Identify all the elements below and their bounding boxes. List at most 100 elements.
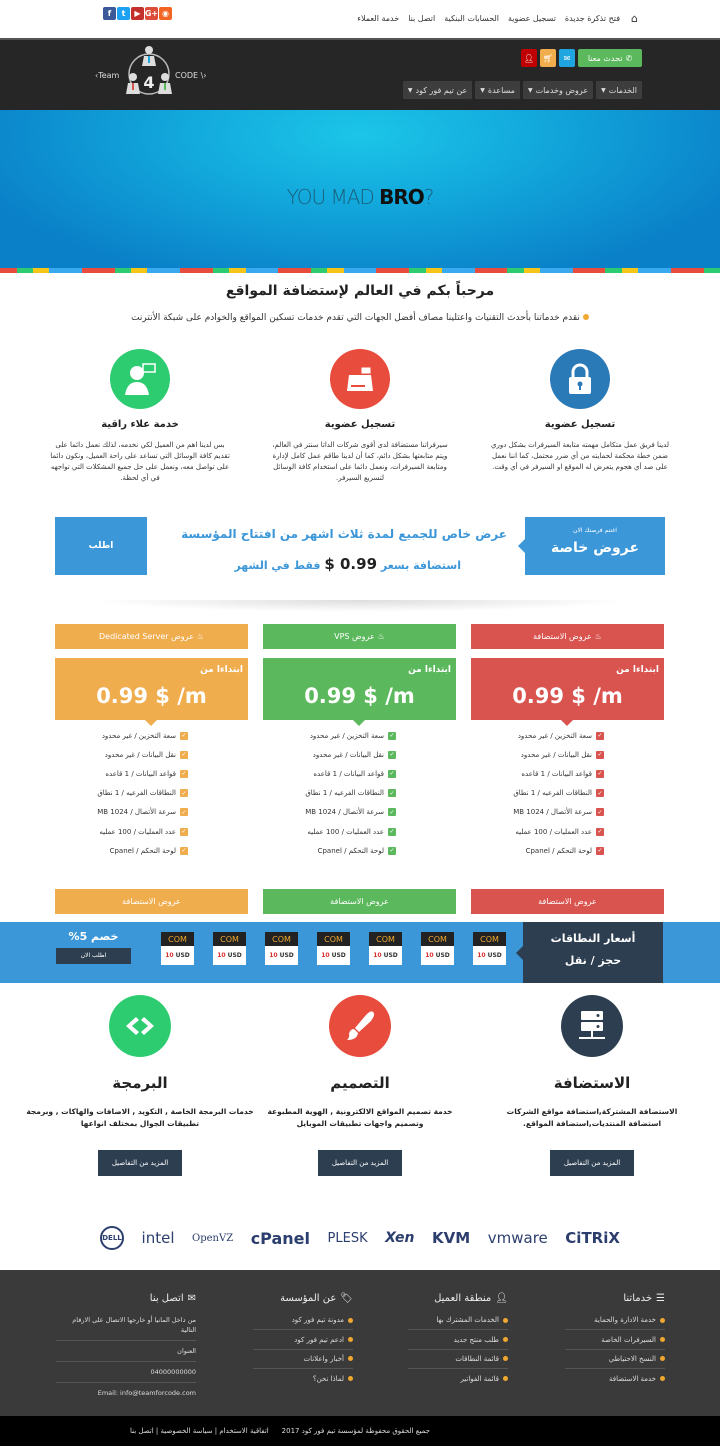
top-link-contact[interactable]: اتصل بنا [408, 14, 435, 23]
google-plus-icon[interactable]: G+ [145, 7, 158, 20]
twitter-icon[interactable]: t [117, 7, 130, 20]
feature-title: تسجيل عضوية [544, 419, 616, 430]
footer-link[interactable]: خدمة الاستضافة [565, 1369, 665, 1388]
footer-about: 🏷︎ عن المؤسسة مدونة تيم فور كود ادعم تيم … [253, 1293, 353, 1389]
contact-email[interactable]: Email: info@teamforcode.com [56, 1383, 196, 1403]
more-details-button[interactable]: المزيد من التفاصيل [550, 1150, 634, 1176]
order-now-button[interactable]: اطلب الان [56, 948, 131, 964]
service-programming: البرمجة خدمات البرمجة الخاصة , التكويد ,… [20, 995, 260, 1176]
plan-order-button[interactable]: عروض الاستضافة [55, 889, 248, 914]
header-actions: ✆ تحدث معنا ✉ 🛒︎ 👤︎ [521, 49, 642, 67]
cart-icon[interactable]: 🛒︎ [540, 49, 556, 67]
footer-link[interactable]: النسخ الاحتياطي [565, 1350, 665, 1370]
facebook-icon[interactable]: f [103, 7, 116, 20]
checkbox-icon: ✓ [596, 827, 604, 836]
hero-banner: YOU MAD BRO? [0, 110, 720, 273]
menu-offers[interactable]: عروض وخدمات ▼ [522, 81, 594, 99]
footer-client-area: 👤︎ منطقة العميل الخدمات المشترك بها طلب م… [408, 1293, 508, 1389]
tld-price[interactable]: COM 10 USD [473, 932, 506, 965]
tld-cost: 10 USD [317, 946, 350, 965]
footer-link[interactable]: مدونة تيم فور كود [253, 1311, 353, 1331]
offer-price: 0.99 $ [324, 555, 378, 573]
more-details-button[interactable]: المزيد من التفاصيل [318, 1150, 402, 1176]
plan-header: ♨︎ عروض Dedicated Server [55, 624, 248, 649]
tld-price[interactable]: COM 10 USD [161, 932, 194, 965]
tld-name: COM [369, 932, 402, 946]
service-title: الاستضافة [553, 1074, 631, 1092]
service-text: خدمة تصميم المواقع الالكترونية , الهوية … [267, 1107, 453, 1128]
tld-price[interactable]: COM 10 USD [369, 932, 402, 965]
logo-text-team: ‹Team [95, 71, 120, 80]
tld-name: COM [317, 932, 350, 946]
plan-feature: ✓ لوحة التحكم / Cpanel [317, 846, 396, 855]
paintbrush-icon [329, 995, 391, 1057]
more-details-button[interactable]: المزيد من التفاصيل [98, 1150, 182, 1176]
footer-link[interactable]: السيرفرات الخاصة [565, 1330, 665, 1350]
tld-cost: 10 USD [161, 946, 194, 965]
footer-link[interactable]: أخبار واعلانات [253, 1350, 353, 1370]
checkbox-icon: ✓ [180, 827, 188, 836]
main-menu: الخدمات ▼ عروض وخدمات ▼ مساعدة ▼ عن تيم فور… [402, 81, 642, 99]
offer-order-button[interactable]: اطلب [55, 517, 147, 575]
pricing-plan: ♨︎ عروض الاستضافة ابتداءا من 0.99 $ /m ✓ س… [471, 624, 664, 914]
top-link-bank-accounts[interactable]: الحسابات البنكية [444, 14, 499, 23]
footer-link[interactable]: خدمة الادارة والحماية [565, 1311, 665, 1331]
tld-name: COM [473, 932, 506, 946]
feature-title: خدمة علاء راقية [101, 419, 179, 430]
youtube-icon[interactable]: ▶ [131, 7, 144, 20]
tld-name: COM [161, 932, 194, 946]
tld-price[interactable]: COM 10 USD [213, 932, 246, 965]
checkbox-icon: ✓ [596, 731, 604, 740]
footer-link[interactable]: قائمة النطاقات [408, 1350, 508, 1370]
plan-order-button[interactable]: عروض الاستضافة [471, 889, 664, 914]
chat-with-us-button[interactable]: ✆ تحدث معنا [578, 49, 642, 67]
plan-feature: ✓ نقل البيانات / غير محدود [104, 750, 188, 759]
plan-feature: ✓ نقل البيانات / غير محدود [520, 750, 604, 759]
service-hosting: الاستضافة الاستضافة المشتركة,استضافة موا… [492, 995, 692, 1176]
user-icon[interactable]: 👤︎ [521, 49, 537, 67]
footer-link[interactable]: لماذا نحن؟ [253, 1369, 353, 1388]
feature-text: بس لدينا اهم من العميل لكي نخدمه، لذلك ن… [50, 441, 230, 482]
service-text: خدمات البرمجة الخاصة , التكويد , الاضافا… [26, 1107, 254, 1128]
plan-order-button[interactable]: عروض الاستضافة [263, 889, 456, 914]
plan-feature: ✓ عدد العمليات / 100 عمليه [515, 827, 604, 836]
lock-icon [550, 349, 610, 409]
top-link-register[interactable]: تسجيل عضوية [508, 14, 556, 23]
support-agent-icon [110, 349, 170, 409]
footer-link[interactable]: طلب منتج جديد [408, 1330, 508, 1350]
footer-link[interactable]: قائمة الفواتير [408, 1369, 508, 1388]
footer-link[interactable]: ادعم تيم فور كود [253, 1330, 353, 1350]
checkbox-icon: ✓ [180, 731, 188, 740]
special-offer-banner: اغتنم فرصتك الان عروض خاصة عرض خاص للجمي… [55, 517, 665, 575]
plan-price-box: ابتداءا من 0.99 $ /m [263, 658, 456, 726]
top-link-new-ticket[interactable]: فتح تذكرة جديدة [565, 14, 620, 23]
checkbox-icon: ✓ [388, 769, 396, 778]
home-icon[interactable]: ⌂ [631, 12, 638, 25]
plan-price: 0.99 $ /m [304, 684, 415, 708]
main-header: ‹Team 4 CODE \› ✆ تحدث معنا ✉ 🛒︎ 👤︎ الخدم… [0, 40, 720, 110]
plan-price: 0.99 $ /m [512, 684, 623, 708]
tld-price[interactable]: COM 10 USD [421, 932, 454, 965]
partner-logo-citrix: CiTRiX [565, 1229, 620, 1247]
menu-services[interactable]: الخدمات ▼ [596, 81, 642, 99]
plan-feature: ✓ قواعد البيانات / 1 قاعده [105, 769, 188, 778]
partner-logo-plesk: PLESK [327, 1230, 368, 1246]
menu-help[interactable]: مساعدة ▼ [475, 81, 520, 99]
pricing-plan: ♨︎ عروض VPS ابتداءا من 0.99 $ /m ✓ سعة الت… [263, 624, 456, 914]
code-icon [109, 995, 171, 1057]
mail-icon[interactable]: ✉ [559, 49, 575, 67]
rss-icon[interactable]: ◉ [159, 7, 172, 20]
whatsapp-icon: ✆ [625, 53, 633, 63]
tld-price[interactable]: COM 10 USD [265, 932, 298, 965]
tld-price[interactable]: COM 10 USD [317, 932, 350, 965]
top-link-customer-service[interactable]: خدمة العملاء [357, 14, 399, 23]
plan-price: 0.99 $ /m [96, 684, 207, 708]
tld-name: COM [213, 932, 246, 946]
tld-cost: 10 USD [213, 946, 246, 965]
footer-legal-links[interactable]: اتفاقية الاستخدام | سياسة الخصوصية | اتص… [130, 1427, 269, 1435]
site-logo[interactable]: ‹Team 4 CODE \› [95, 44, 215, 104]
footer-link[interactable]: الخدمات المشترك بها [408, 1311, 508, 1331]
server-rack-icon [561, 995, 623, 1057]
plan-feature: ✓ لوحة التحكم / Cpanel [109, 846, 188, 855]
menu-about[interactable]: عن تيم فور كود ▼ [402, 81, 473, 99]
